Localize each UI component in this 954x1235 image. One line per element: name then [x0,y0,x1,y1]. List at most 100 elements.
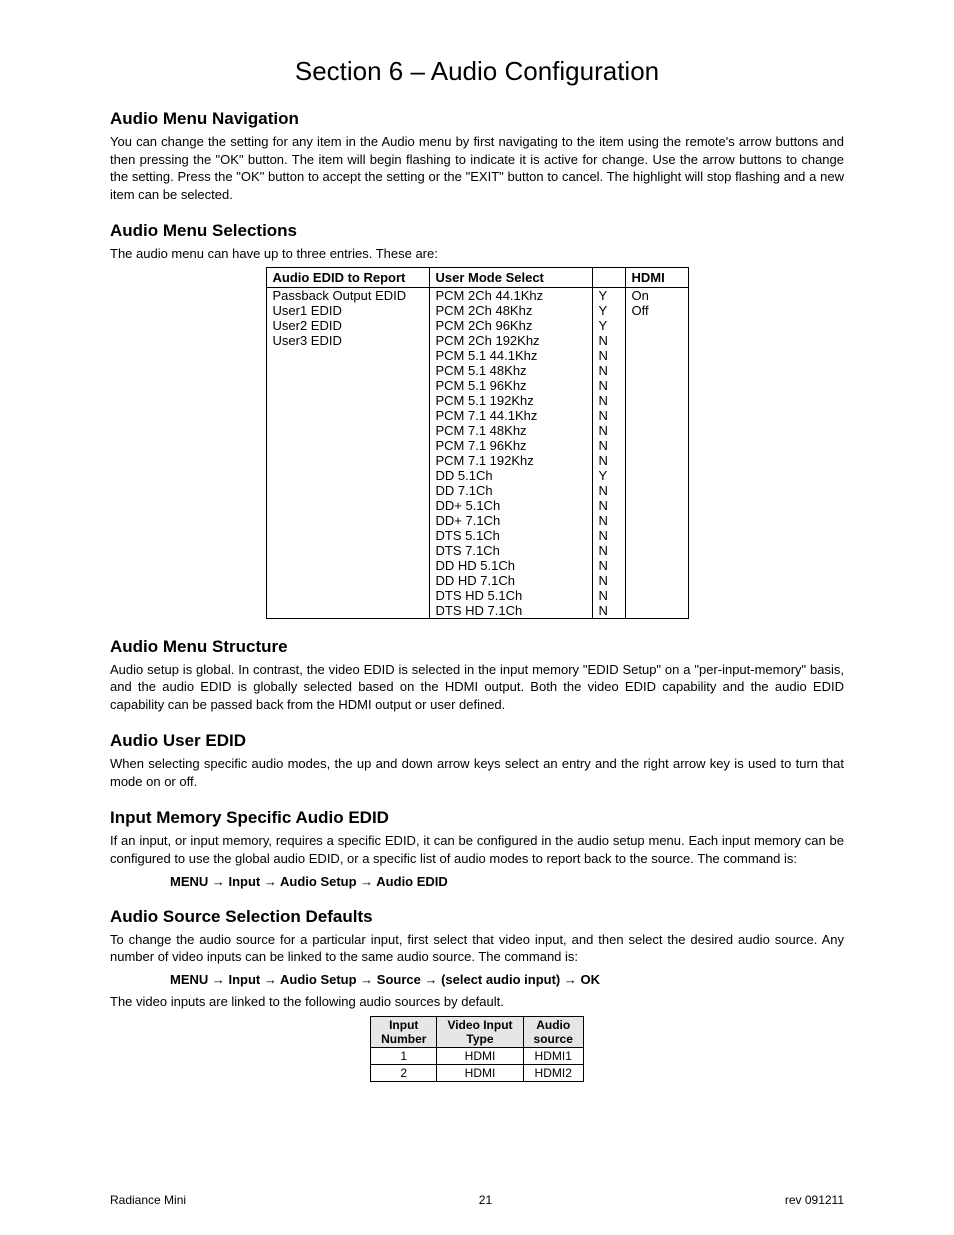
cell-edid [266,573,429,588]
cell: 2 [371,1065,437,1082]
cell-edid [266,513,429,528]
cell-edid [266,408,429,423]
th-text: Video InputType [447,1018,512,1046]
cell-hdmi: Off [625,303,688,318]
paragraph: Audio setup is global. In contrast, the … [110,661,844,714]
cell-hdmi [625,453,688,468]
paragraph: The video inputs are linked to the follo… [110,993,844,1011]
footer-right: rev 091211 [785,1193,844,1207]
cell-hdmi [625,558,688,573]
cell-yn: N [592,558,625,573]
cell-edid [266,393,429,408]
cell-hdmi [625,498,688,513]
cell-mode: PCM 7.1 48Khz [429,423,592,438]
section-title: Section 6 – Audio Configuration [110,56,844,87]
cell-yn: N [592,348,625,363]
cell-yn: N [592,483,625,498]
cell-hdmi [625,513,688,528]
page-footer: Radiance Mini 21 rev 091211 [110,1193,844,1207]
cell-yn: N [592,513,625,528]
heading-audio-menu-structure: Audio Menu Structure [110,637,844,657]
cell-hdmi [625,363,688,378]
th-text: Audiosource [534,1018,573,1046]
cell-edid [266,438,429,453]
cell-edid [266,483,429,498]
cell-hdmi [625,378,688,393]
heading-audio-menu-navigation: Audio Menu Navigation [110,109,844,129]
cell-yn: N [592,603,625,619]
th-edid: Audio EDID to Report [266,267,429,287]
cell-mode: DD+ 7.1Ch [429,513,592,528]
cell-edid [266,363,429,378]
paragraph: You can change the setting for any item … [110,133,844,203]
cell-mode: DD 5.1Ch [429,468,592,483]
cell-hdmi [625,408,688,423]
cell-edid [266,348,429,363]
cell-mode: DD 7.1Ch [429,483,592,498]
cell-hdmi [625,318,688,333]
cell-hdmi [625,468,688,483]
cell: HDMI [437,1048,523,1065]
th-yn [592,267,625,287]
audio-menu-table: Audio EDID to Report User Mode Select HD… [266,267,689,619]
cell-hdmi [625,603,688,619]
menu-path: MENU → Input → Audio Setup → Audio EDID [170,874,844,889]
th-audio-source: Audiosource [523,1017,583,1048]
cell-mode: PCM 2Ch 44.1Khz [429,287,592,303]
cell-mode: DD+ 5.1Ch [429,498,592,513]
cell-edid [266,378,429,393]
cell-hdmi [625,528,688,543]
cell-hdmi [625,423,688,438]
cell-yn: Y [592,287,625,303]
cell-edid: User2 EDID [266,318,429,333]
cell-mode: PCM 7.1 44.1Khz [429,408,592,423]
cell-hdmi [625,333,688,348]
cell-yn: Y [592,303,625,318]
heading-input-memory-specific-audio-edid: Input Memory Specific Audio EDID [110,808,844,828]
cell: HDMI2 [523,1065,583,1082]
cell-yn: N [592,543,625,558]
cell-hdmi: On [625,287,688,303]
cell-yn: N [592,498,625,513]
cell-edid [266,543,429,558]
cell-edid [266,498,429,513]
cell-hdmi [625,573,688,588]
cell: 1 [371,1048,437,1065]
cell-mode: PCM 5.1 44.1Khz [429,348,592,363]
menu-path: MENU → Input → Audio Setup → Source → (s… [170,972,844,987]
cell-mode: PCM 7.1 192Khz [429,453,592,468]
cell-mode: PCM 5.1 48Khz [429,363,592,378]
cell-hdmi [625,393,688,408]
cell-mode: PCM 5.1 192Khz [429,393,592,408]
cell-mode: DTS HD 5.1Ch [429,588,592,603]
th-text: InputNumber [381,1018,426,1046]
cell-mode: PCM 7.1 96Khz [429,438,592,453]
paragraph: The audio menu can have up to three entr… [110,245,844,263]
cell-yn: N [592,423,625,438]
cell-yn: Y [592,318,625,333]
cell: HDMI [437,1065,523,1082]
th-input-number: InputNumber [371,1017,437,1048]
th-mode: User Mode Select [429,267,592,287]
cell-edid: User3 EDID [266,333,429,348]
cell-yn: N [592,438,625,453]
cell-mode: DTS HD 7.1Ch [429,603,592,619]
cell-edid [266,588,429,603]
cell-edid: User1 EDID [266,303,429,318]
paragraph: When selecting specific audio modes, the… [110,755,844,790]
cell-hdmi [625,348,688,363]
cell-hdmi [625,483,688,498]
th-video-input-type: Video InputType [437,1017,523,1048]
paragraph: To change the audio source for a particu… [110,931,844,966]
cell-yn: N [592,363,625,378]
cell-edid [266,453,429,468]
cell-hdmi [625,543,688,558]
cell-mode: DTS 5.1Ch [429,528,592,543]
page: Section 6 – Audio Configuration Audio Me… [0,0,954,1235]
heading-audio-source-selection-defaults: Audio Source Selection Defaults [110,907,844,927]
cell: HDMI1 [523,1048,583,1065]
th-hdmi: HDMI [625,267,688,287]
cell-mode: DD HD 7.1Ch [429,573,592,588]
cell-edid [266,423,429,438]
cell-hdmi [625,588,688,603]
